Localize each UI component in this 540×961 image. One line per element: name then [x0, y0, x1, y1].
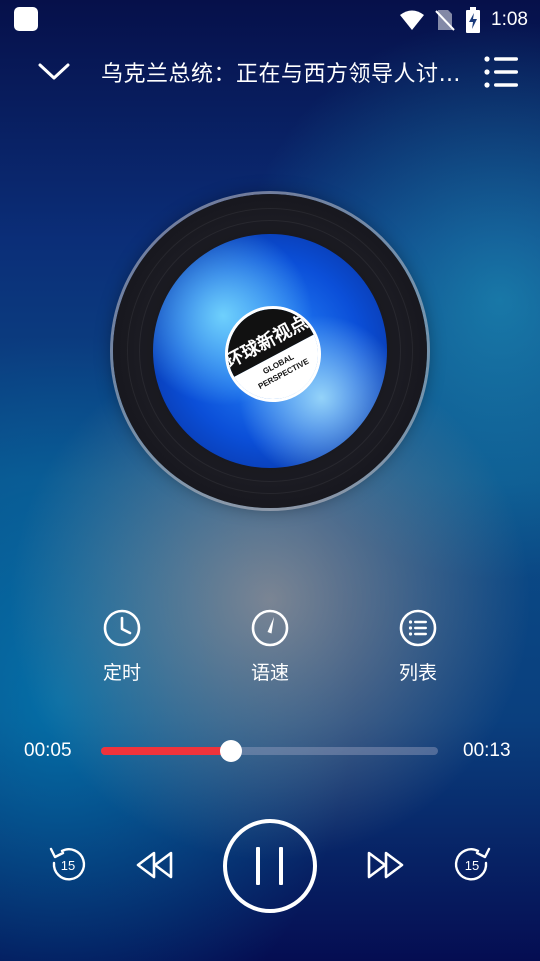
- rewind-15-button[interactable]: 15: [46, 843, 90, 887]
- no-sim-icon: [435, 10, 455, 31]
- playback-controls: 15 15: [0, 815, 540, 915]
- total-time: 00:13: [463, 740, 511, 761]
- forward-15-icon: 15: [454, 847, 491, 881]
- clock-icon: [103, 609, 141, 647]
- track-title: 乌克兰总统：正在与西方领导人讨论援助事宜: [101, 62, 473, 87]
- forward-seconds: 15: [465, 858, 479, 873]
- app-icon: [14, 7, 38, 31]
- chevron-down-icon: [38, 63, 70, 80]
- speed-label: 语速: [250, 662, 289, 684]
- forward-15-button[interactable]: 15: [450, 843, 494, 887]
- pause-button[interactable]: [221, 817, 319, 915]
- list-button[interactable]: 列表: [378, 608, 458, 685]
- previous-button[interactable]: [134, 847, 176, 883]
- speed-button[interactable]: 语速: [230, 608, 310, 685]
- timer-button[interactable]: 定时: [82, 608, 162, 685]
- current-time: 00:05: [24, 740, 72, 761]
- list-label: 列表: [398, 662, 437, 684]
- playlist-icon: [484, 56, 518, 88]
- progress-area: 00:05 00:13: [0, 735, 540, 767]
- player-header: 乌克兰总统：正在与西方领导人讨论援助事宜: [0, 40, 540, 104]
- progress-fill: [101, 747, 231, 755]
- battery-charging-icon: [466, 7, 481, 33]
- rewind-15-icon: 15: [49, 847, 86, 881]
- next-button[interactable]: [364, 847, 406, 883]
- speed-icon: [251, 609, 289, 647]
- status-icons: 1:08: [399, 6, 528, 34]
- tool-row: 定时 语速 列表: [0, 608, 540, 688]
- progress-thumb[interactable]: [219, 740, 242, 762]
- album-logo: 环球新视点 GLOBAL PERSPECTIVE: [208, 289, 338, 419]
- clock-time: 1:08: [491, 9, 528, 30]
- status-bar: 1:08: [0, 0, 540, 40]
- previous-icon: [136, 851, 173, 879]
- list-icon: [399, 609, 437, 647]
- progress-bar[interactable]: [101, 740, 438, 762]
- wifi-icon: [400, 10, 425, 30]
- timer-label: 定时: [102, 662, 141, 684]
- pause-icon: [223, 819, 317, 913]
- rewind-seconds: 15: [61, 858, 75, 873]
- vinyl-disc: 环球新视点 GLOBAL PERSPECTIVE: [113, 194, 427, 508]
- playlist-button[interactable]: [482, 54, 520, 90]
- collapse-button[interactable]: [34, 56, 74, 88]
- next-icon: [367, 851, 404, 879]
- album-art: 环球新视点 GLOBAL PERSPECTIVE: [153, 234, 387, 468]
